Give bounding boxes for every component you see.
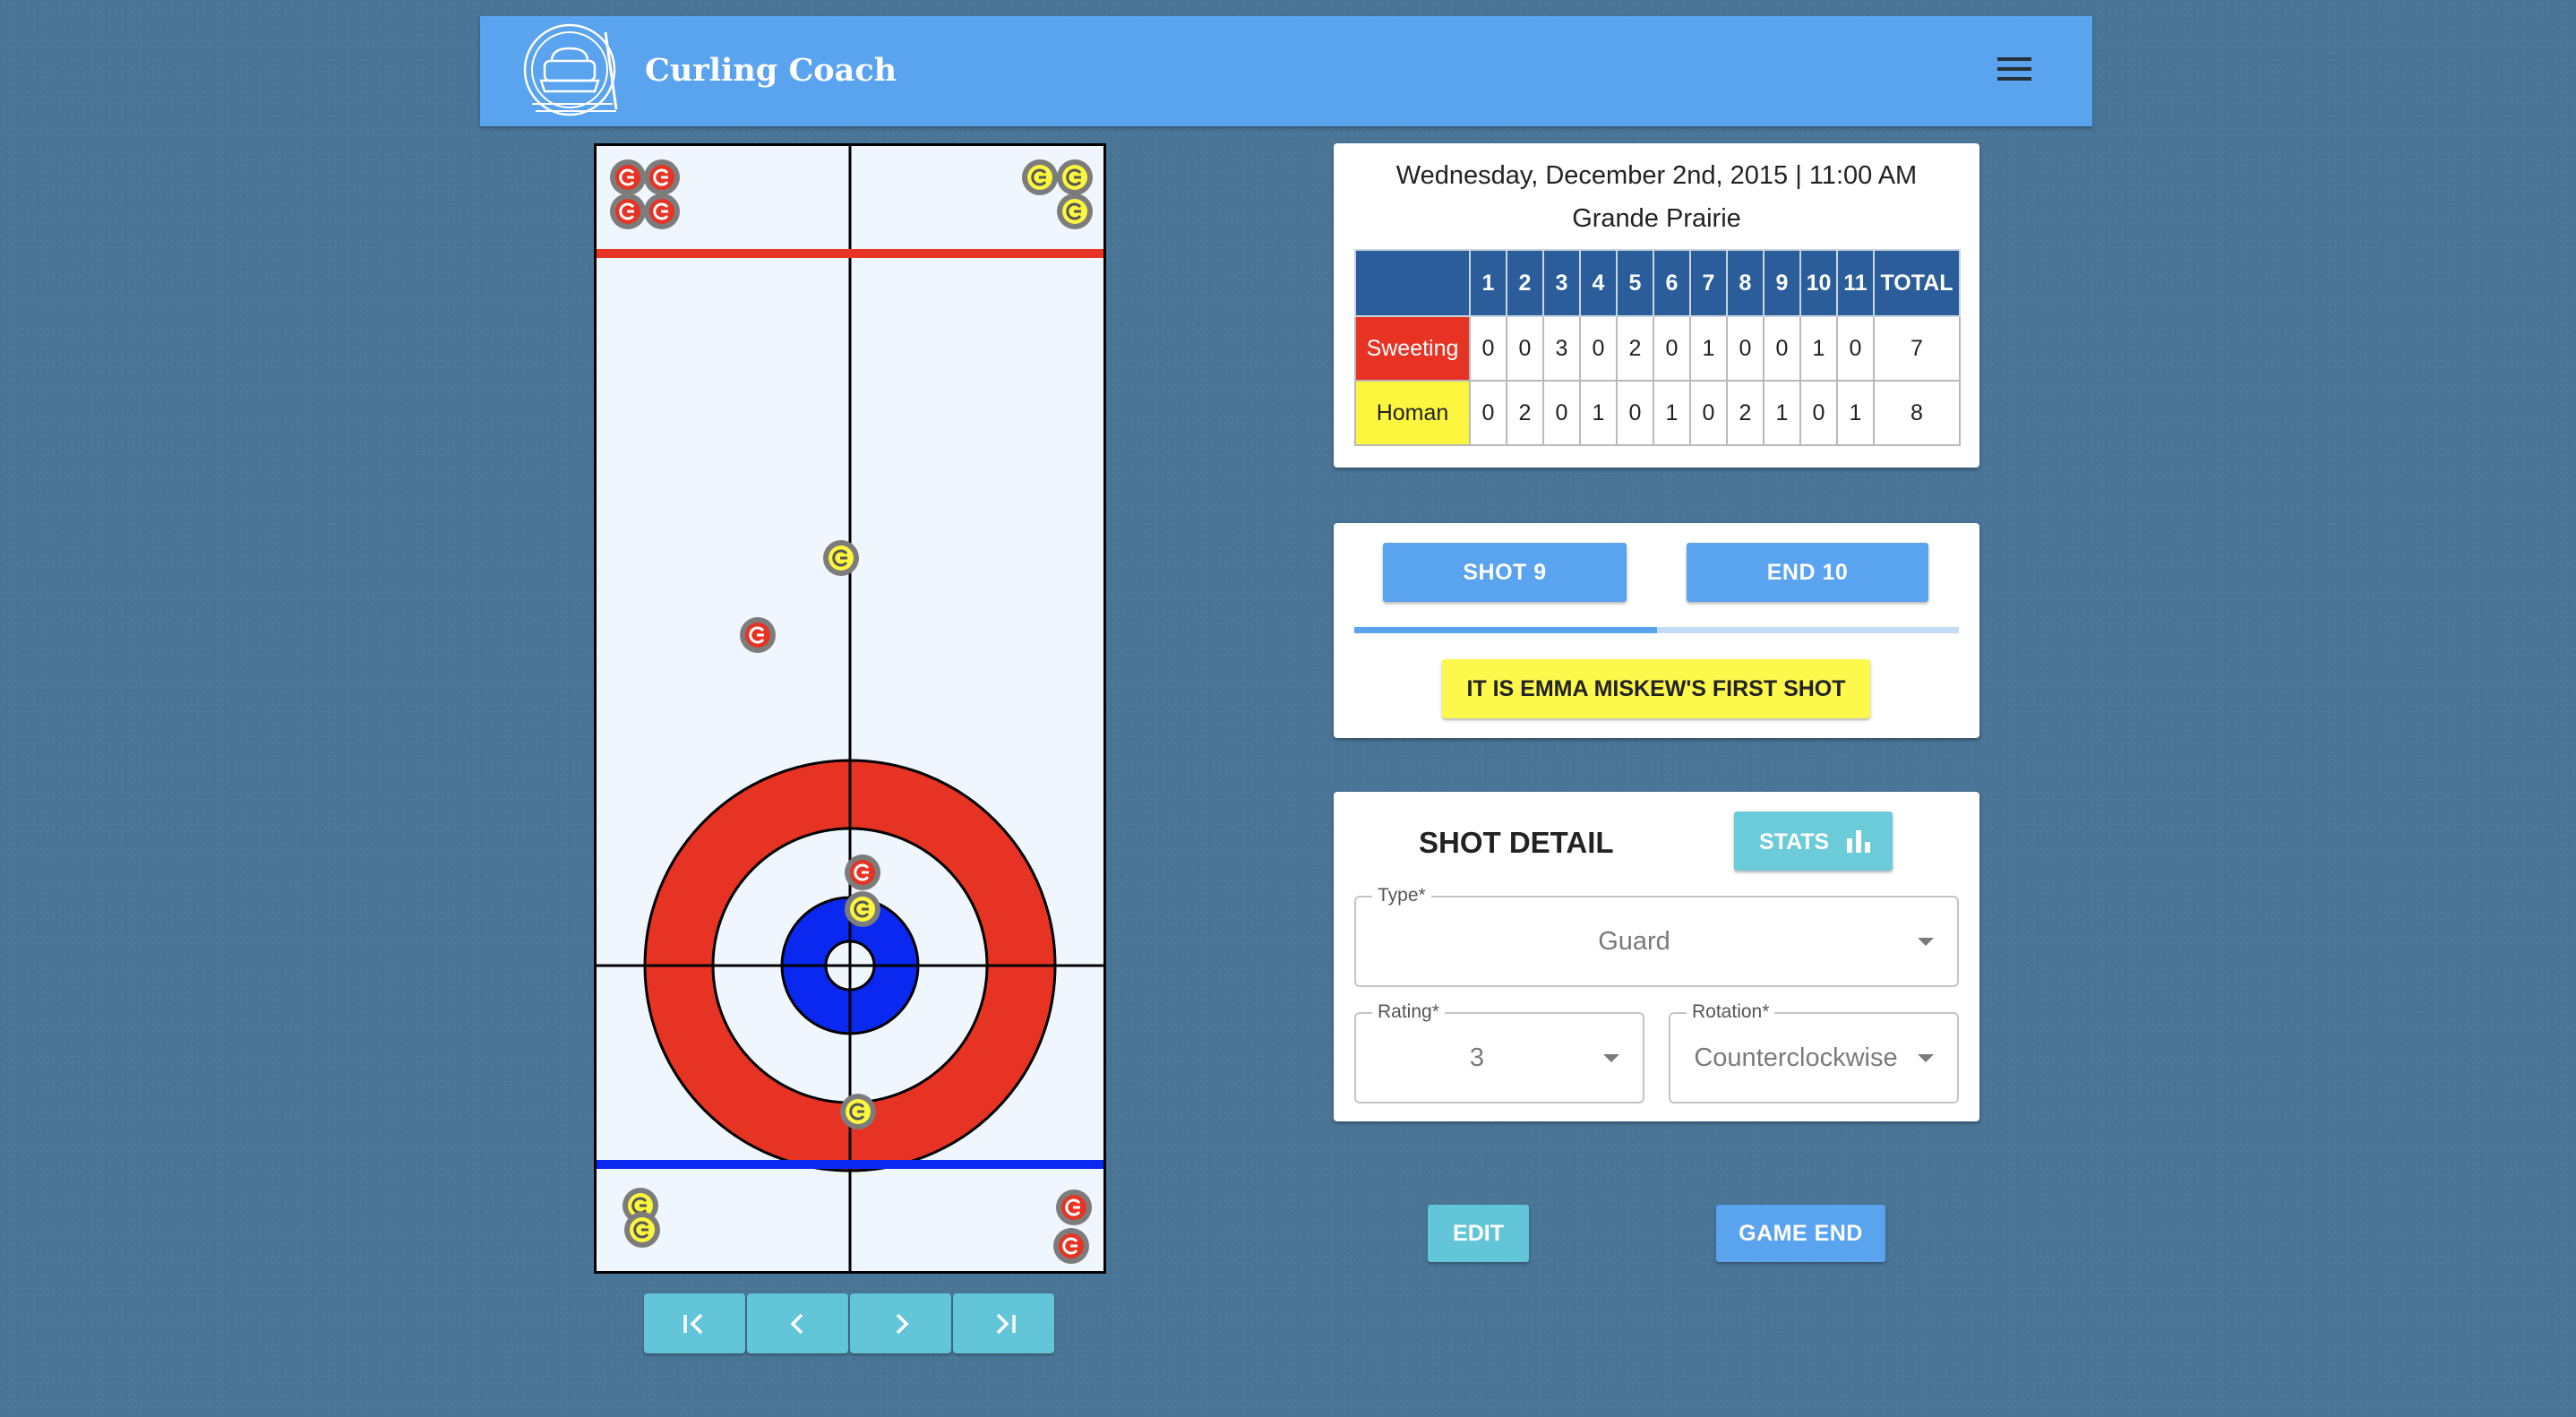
chevron-down-icon xyxy=(1603,1054,1619,1062)
scoreboard-header-row: 1 2 3 4 5 6 7 8 9 10 11 TOTAL xyxy=(1354,249,1961,317)
shot-type-select[interactable]: Type* Guard xyxy=(1354,885,1959,987)
end-score: 1 xyxy=(1579,380,1618,446)
end-header: 10 xyxy=(1799,249,1838,317)
red-stone[interactable] xyxy=(608,192,648,231)
total-header: TOTAL xyxy=(1873,249,1961,317)
end-score: 0 xyxy=(1653,315,1691,382)
yellow-stone[interactable] xyxy=(1055,192,1095,231)
red-stone[interactable] xyxy=(1054,1188,1094,1227)
red-stone[interactable] xyxy=(608,158,648,197)
scoreboard-table: 1 2 3 4 5 6 7 8 9 10 11 TOTAL Sweeting 0… xyxy=(1354,249,1961,446)
curling-sheet[interactable] xyxy=(594,143,1106,1274)
end-header: 8 xyxy=(1726,249,1765,317)
end-header: 3 xyxy=(1542,249,1581,317)
previous-shot-button[interactable] xyxy=(747,1293,848,1353)
end-score: 2 xyxy=(1616,315,1654,382)
yellow-stone[interactable] xyxy=(843,889,882,929)
end-score: 0 xyxy=(1726,315,1765,382)
previous-shot-icon xyxy=(790,1313,803,1335)
end-header: 11 xyxy=(1836,249,1875,317)
end-score: 0 xyxy=(1579,315,1618,382)
turn-message: IT IS EMMA MISKEW'S FIRST SHOT xyxy=(1442,659,1870,718)
end-score: 3 xyxy=(1542,315,1581,382)
yellow-stone[interactable] xyxy=(1020,158,1060,197)
yellow-stone[interactable] xyxy=(1055,158,1095,197)
game-datetime: Wednesday, December 2nd, 2015 | 11:00 AM xyxy=(1395,161,1918,190)
shot-type-value: Guard xyxy=(1598,926,1670,956)
end-score: 1 xyxy=(1763,380,1801,446)
total-score: 7 xyxy=(1873,315,1961,382)
first-shot-button[interactable] xyxy=(644,1293,745,1353)
next-shot-button[interactable] xyxy=(850,1293,951,1353)
end-progress-fill xyxy=(1354,627,1657,633)
end-header: 1 xyxy=(1469,249,1507,317)
end-header: 6 xyxy=(1653,249,1691,317)
red-stone[interactable] xyxy=(738,615,777,655)
rotation-select[interactable]: Rotation* Counterclockwise xyxy=(1669,1001,1959,1104)
bar-chart-icon xyxy=(1847,830,1870,853)
end-score: 1 xyxy=(1799,315,1838,382)
end-progress-bar xyxy=(1354,627,1959,633)
team-name: Homan xyxy=(1354,380,1471,446)
yellow-stone[interactable] xyxy=(623,1210,662,1250)
end-score: 0 xyxy=(1542,380,1581,446)
shot-progress-card: SHOT 9 END 10 IT IS EMMA MISKEW'S FIRST … xyxy=(1334,523,1979,738)
end-score: 0 xyxy=(1799,380,1838,446)
end-score: 0 xyxy=(1836,315,1875,382)
stats-button-label: STATS xyxy=(1759,829,1830,854)
rotation-value: Counterclockwise xyxy=(1694,1043,1898,1072)
red-stone[interactable] xyxy=(642,192,682,231)
hamburger-menu-icon[interactable] xyxy=(1997,57,2031,84)
game-location: Grande Prairie xyxy=(1572,204,1741,233)
end-score: 1 xyxy=(1653,380,1691,446)
end-score: 0 xyxy=(1469,380,1507,446)
end-header: 5 xyxy=(1616,249,1654,317)
next-shot-icon xyxy=(896,1313,909,1335)
shot-number-button[interactable]: SHOT 9 xyxy=(1383,543,1627,602)
end-score: 2 xyxy=(1726,380,1765,446)
end-score: 0 xyxy=(1469,315,1507,382)
end-score: 0 xyxy=(1763,315,1801,382)
last-shot-icon xyxy=(996,1313,1016,1335)
sheet-diagram xyxy=(597,146,1103,1271)
team-name: Sweeting xyxy=(1354,315,1471,382)
chevron-down-icon xyxy=(1918,1054,1934,1062)
team-score-row: Homan 0 2 0 1 0 1 0 2 1 0 1 8 xyxy=(1354,380,1961,446)
rating-value: 3 xyxy=(1469,1043,1485,1072)
end-number-button[interactable]: END 10 xyxy=(1687,543,1928,602)
red-stone[interactable] xyxy=(843,853,882,892)
game-end-button[interactable]: GAME END xyxy=(1716,1205,1885,1262)
back-line xyxy=(597,1160,1103,1169)
yellow-stone[interactable] xyxy=(838,1092,878,1131)
end-score: 1 xyxy=(1836,380,1875,446)
end-header: 2 xyxy=(1506,249,1544,317)
shot-detail-title: SHOT DETAIL xyxy=(1419,826,1614,859)
end-header: 9 xyxy=(1763,249,1801,317)
hog-line xyxy=(597,249,1103,258)
end-header: 4 xyxy=(1579,249,1618,317)
rating-select[interactable]: Rating* 3 xyxy=(1354,1001,1644,1104)
last-shot-button[interactable] xyxy=(953,1293,1054,1353)
end-score: 1 xyxy=(1689,315,1728,382)
team-score-row: Sweeting 0 0 3 0 2 0 1 0 0 1 0 7 xyxy=(1354,315,1961,382)
app-bar: Curling Coach xyxy=(480,16,2092,126)
stats-button[interactable]: STATS xyxy=(1734,812,1893,871)
red-stone[interactable] xyxy=(642,158,682,197)
app-title: Curling Coach xyxy=(645,52,897,89)
edit-button[interactable]: EDIT xyxy=(1428,1205,1529,1262)
red-stone[interactable] xyxy=(1052,1226,1091,1266)
yellow-stone[interactable] xyxy=(821,538,861,578)
team-header xyxy=(1354,249,1471,317)
end-score: 2 xyxy=(1506,380,1544,446)
end-score: 0 xyxy=(1689,380,1728,446)
chevron-down-icon xyxy=(1918,938,1934,946)
end-score: 0 xyxy=(1506,315,1544,382)
total-score: 8 xyxy=(1873,380,1961,446)
end-header: 7 xyxy=(1689,249,1728,317)
shot-detail-card: SHOT DETAIL STATS Type* Guard Rating* 3 … xyxy=(1334,792,1979,1121)
end-score: 0 xyxy=(1616,380,1654,446)
scoreboard-card: Wednesday, December 2nd, 2015 | 11:00 AM… xyxy=(1334,143,1979,468)
curling-stone-logo-icon xyxy=(523,23,618,116)
first-shot-icon xyxy=(683,1313,703,1335)
